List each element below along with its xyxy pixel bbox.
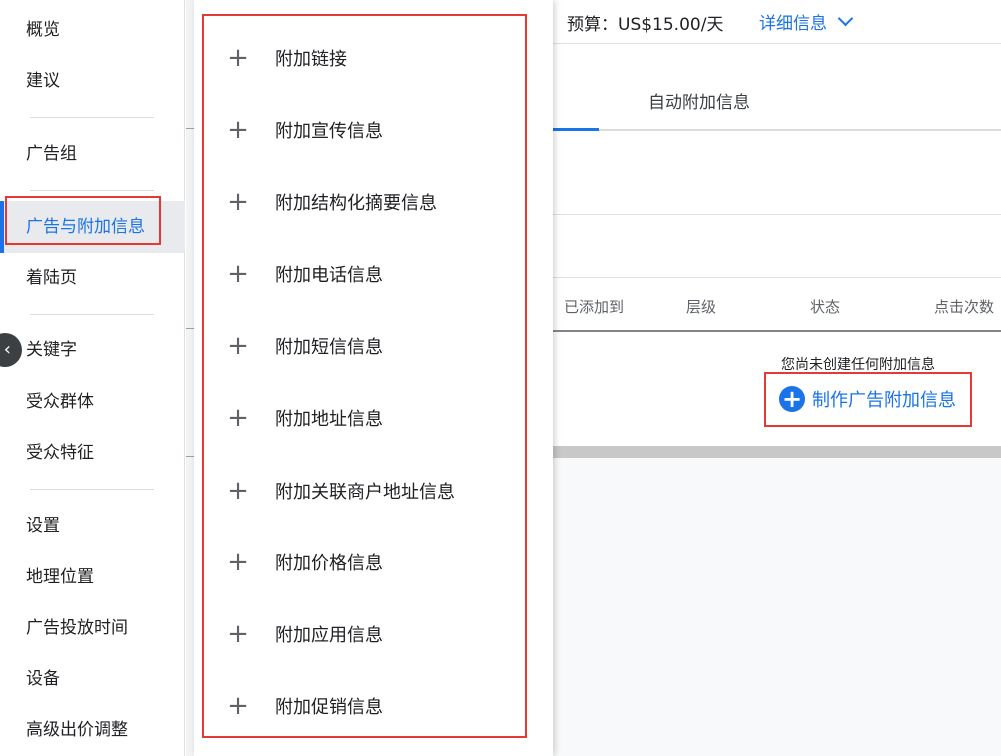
empty-area [553,458,1001,756]
table-header: 已添加到 层级 状态 点击次数 [553,278,1001,332]
nav-item-locations[interactable]: 地理位置 [0,557,185,597]
filter-row [553,133,1001,215]
nav-item-keywords[interactable]: 关键字 [0,330,185,370]
column-header-level[interactable]: 层级 [686,296,716,317]
nav-divider [30,489,154,490]
toolbar-row [553,216,1001,278]
nav-item-demographics[interactable]: 受众特征 [0,433,185,473]
highlight-box-menu [202,14,527,738]
nav-divider [30,190,154,191]
nav-item-landing-pages[interactable]: 着陆页 [0,258,185,298]
tab-active-indicator [553,128,599,131]
highlight-box-nav [5,196,161,245]
nav-divider [30,314,154,315]
column-header-clicks[interactable]: 点击次数 [934,296,994,317]
nav-item-ad-schedule[interactable]: 广告投放时间 [0,608,185,648]
column-header-status[interactable]: 状态 [810,296,840,317]
nav-item-audiences[interactable]: 受众群体 [0,382,185,422]
main-content: 预算：US$15.00/天 详细信息 自动附加信息 已添加到 层级 状态 点击次… [553,0,1001,756]
active-indicator [0,201,4,253]
details-link[interactable]: 详细信息 [759,9,827,34]
panel-gap-line [186,128,194,129]
highlight-box-create [764,372,972,427]
panel-gap-line [186,456,194,457]
nav-item-ad-groups[interactable]: 广告组 [0,134,185,174]
nav-divider [30,117,154,118]
panel-gap-line [186,328,194,329]
nav-item-devices[interactable]: 设备 [0,659,185,699]
budget-text: 预算：US$15.00/天 [567,15,724,35]
empty-state-message: 您尚未创建任何附加信息 [781,357,935,373]
nav-item-recommendations[interactable]: 建议 [0,61,185,101]
nav-item-overview[interactable]: 概览 [0,10,185,50]
panel-gap [186,0,194,756]
nav-item-advanced-bid-adjustments[interactable]: 高级出价调整 [0,710,185,750]
column-header-added-to[interactable]: 已添加到 [564,296,624,317]
tab-bar: 自动附加信息 [553,45,1001,131]
nav-item-settings[interactable]: 设置 [0,506,185,546]
tab-auto-extensions[interactable]: 自动附加信息 [648,88,750,113]
chevron-down-icon[interactable] [837,10,854,27]
extension-type-menu: + 附加链接 + 附加宣传信息 + 附加结构化摘要信息 + 附加电话信息 + 附… [194,0,553,756]
campaign-header: 预算：US$15.00/天 详细信息 [553,0,1001,44]
horizontal-scrollbar[interactable] [553,446,1001,458]
left-nav: 概览 建议 广告组 广告与附加信息 着陆页 关键字 受众群体 受众特征 设置 地… [0,0,185,756]
